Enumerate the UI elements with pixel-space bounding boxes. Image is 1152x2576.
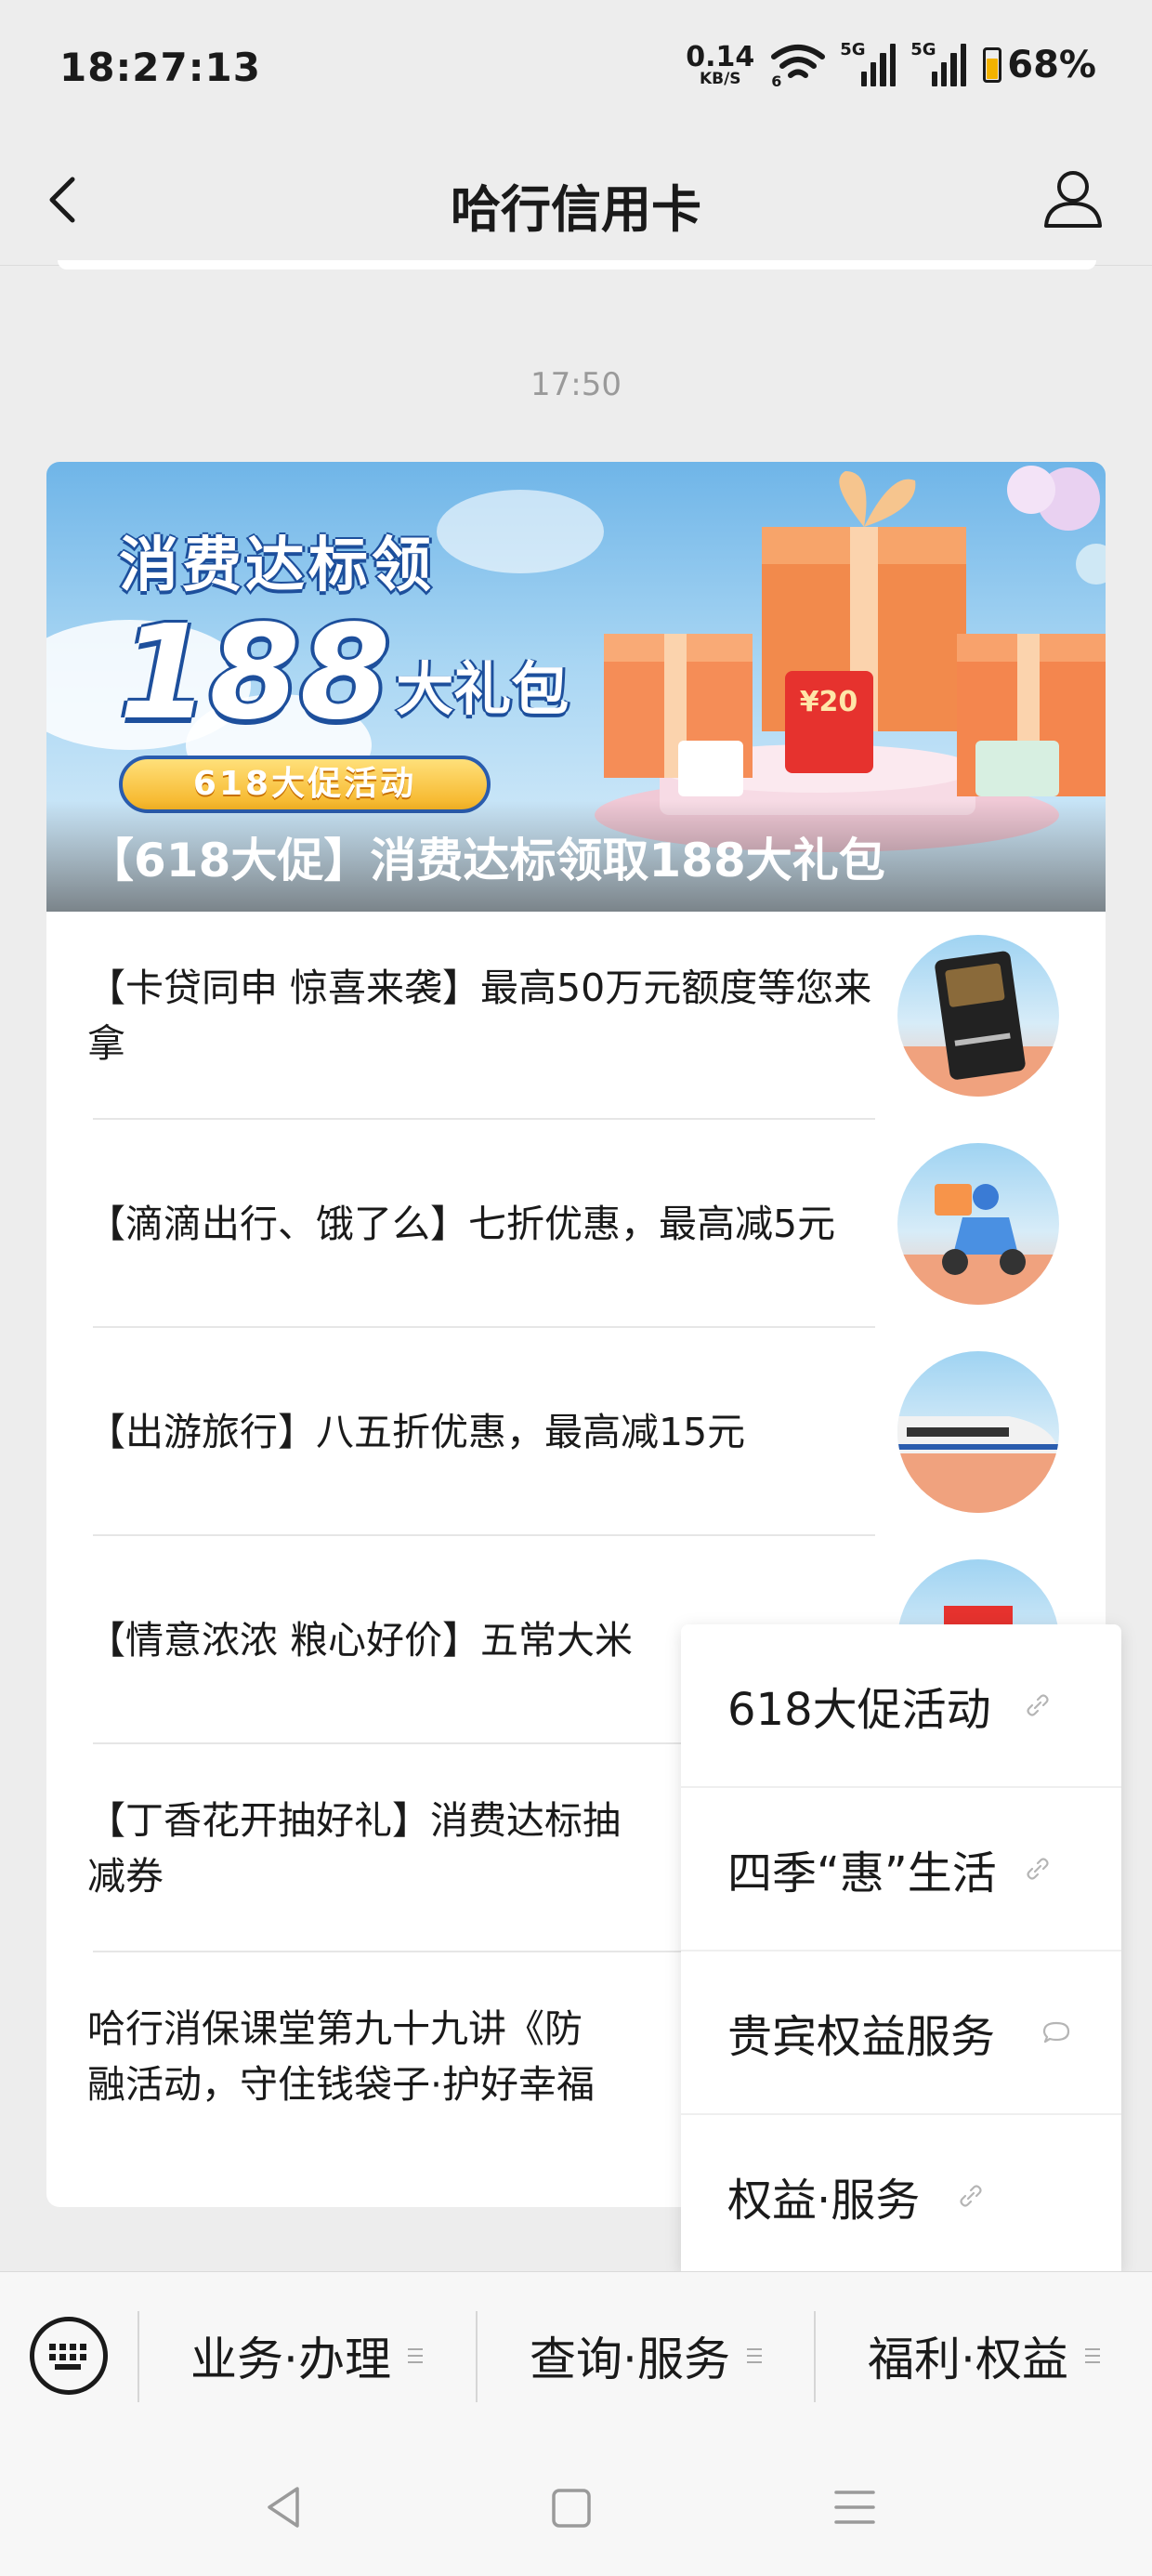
bullet-train-thumbnail [897, 1351, 1059, 1513]
home-square-icon[interactable] [543, 2479, 598, 2535]
list-item-title: 【出游旅行】八五折优惠，最高减15元 [87, 1410, 746, 1454]
banner-headline: 消费达标领 188 大礼包 618大促活动 [119, 518, 569, 813]
banner-headline-gift: 大礼包 [396, 655, 569, 723]
link-icon [1027, 1858, 1049, 1880]
previous-card-edge [58, 260, 1096, 269]
page-title: 哈行信用卡 [451, 180, 701, 239]
status-icons: 0.14 KB/S 6 5G 5G 68% [686, 37, 1096, 93]
sim1-5g-tag: 5G [840, 40, 866, 59]
menu-lines-icon [746, 2348, 762, 2363]
message-timestamp: 17:50 [530, 366, 622, 403]
banner-headline-line1: 消费达标领 [119, 532, 435, 600]
link-icon [960, 2185, 982, 2207]
signal-5g-sim1-icon: 5G [840, 40, 897, 86]
submenu-item-label: 贵宾权益服务 [727, 2011, 996, 2063]
list-item[interactable]: 【滴滴出行、饿了么】七折优惠，最高减5元 [46, 1120, 1106, 1328]
submenu-item-seasons-life[interactable]: 四季“惠”生活 [681, 1788, 1121, 1952]
list-item[interactable]: 【卡贷同申 惊喜来袭】最高50万元额度等您来拿 [46, 912, 1106, 1120]
banner-article[interactable]: 消费达标领 188 大礼包 618大促活动 ¥20 【618大促】消费达标领取1… [46, 462, 1106, 912]
submenu-item-vip-service[interactable]: 贵宾权益服务 [681, 1952, 1121, 2115]
official-account-menu-bar: 业务·办理 查询·服务 福利·权益 [0, 2271, 1152, 2439]
chat-bubble-icon [1042, 2021, 1070, 2044]
menu-lines-icon [407, 2348, 423, 2363]
menu-tab-label: 查询·服务 [530, 2333, 730, 2386]
wifi-icon: 6 [771, 44, 826, 90]
submenu-item-rights-service[interactable]: 权益·服务 [681, 2115, 1121, 2277]
menu-lines-icon[interactable] [827, 2479, 883, 2535]
back-triangle-icon[interactable] [256, 2479, 312, 2535]
net-speed-unit: KB/S [699, 69, 741, 88]
menu-tab-query[interactable]: 查询·服务 [478, 2272, 814, 2439]
banner-headline-number: 188 [119, 598, 391, 749]
system-navigation-bar [0, 2438, 1152, 2576]
signal-5g-sim2-icon: 5G [910, 40, 967, 86]
menu-tab-benefits[interactable]: 福利·权益 [816, 2272, 1152, 2439]
battery-percent: 68% [1007, 44, 1096, 86]
keyboard-toggle-button[interactable] [30, 2317, 108, 2395]
menu-tab-label: 业务·办理 [190, 2333, 391, 2386]
status-time: 18:27:13 [59, 45, 261, 90]
nav-bar: 哈行信用卡 [0, 135, 1152, 266]
submenu-item-label: 权益·服务 [727, 2175, 921, 2227]
net-speed-value: 0.14 [686, 40, 755, 73]
list-item[interactable]: 【出游旅行】八五折优惠，最高减15元 [46, 1328, 1106, 1536]
battery-indicator: 68% [983, 44, 1096, 86]
user-icon [1044, 171, 1102, 228]
wifi-6-tag: 6 [771, 72, 782, 90]
banner-caption: 【618大促】消费达标领取188大礼包 [46, 800, 1106, 912]
submenu-item-618-promo[interactable]: 618大促活动 [681, 1624, 1121, 1788]
scooter-delivery-thumbnail [897, 1143, 1059, 1305]
credit-card-thumbnail [897, 935, 1059, 1097]
menu-lines-icon [1084, 2348, 1100, 2363]
list-item-title: 【滴滴出行、饿了么】七折优惠，最高减5元 [87, 1202, 836, 1246]
keyboard-icon [49, 2344, 86, 2370]
list-item-title: 【卡贷同申 惊喜来袭】最高50万元额度等您来拿 [87, 966, 872, 1066]
submenu-item-label: 618大促活动 [727, 1684, 991, 1736]
menu-tab-label: 福利·权益 [868, 2333, 1068, 2386]
battery-icon [983, 47, 1002, 83]
profile-button[interactable] [1039, 164, 1107, 233]
submenu-popup: 618大促活动 四季“惠”生活 贵宾权益服务 权益·服务 [681, 1624, 1121, 2271]
net-speed: 0.14 KB/S [686, 40, 755, 88]
link-icon [1027, 1694, 1049, 1716]
menu-tab-business[interactable]: 业务·办理 [139, 2272, 474, 2439]
sim2-5g-tag: 5G [910, 40, 936, 59]
submenu-item-label: 四季“惠”生活 [727, 1847, 997, 1899]
red-envelope-amount: ¥20 [800, 686, 858, 718]
status-bar: 18:27:13 0.14 KB/S 6 5G 5G 68% [0, 0, 1152, 135]
